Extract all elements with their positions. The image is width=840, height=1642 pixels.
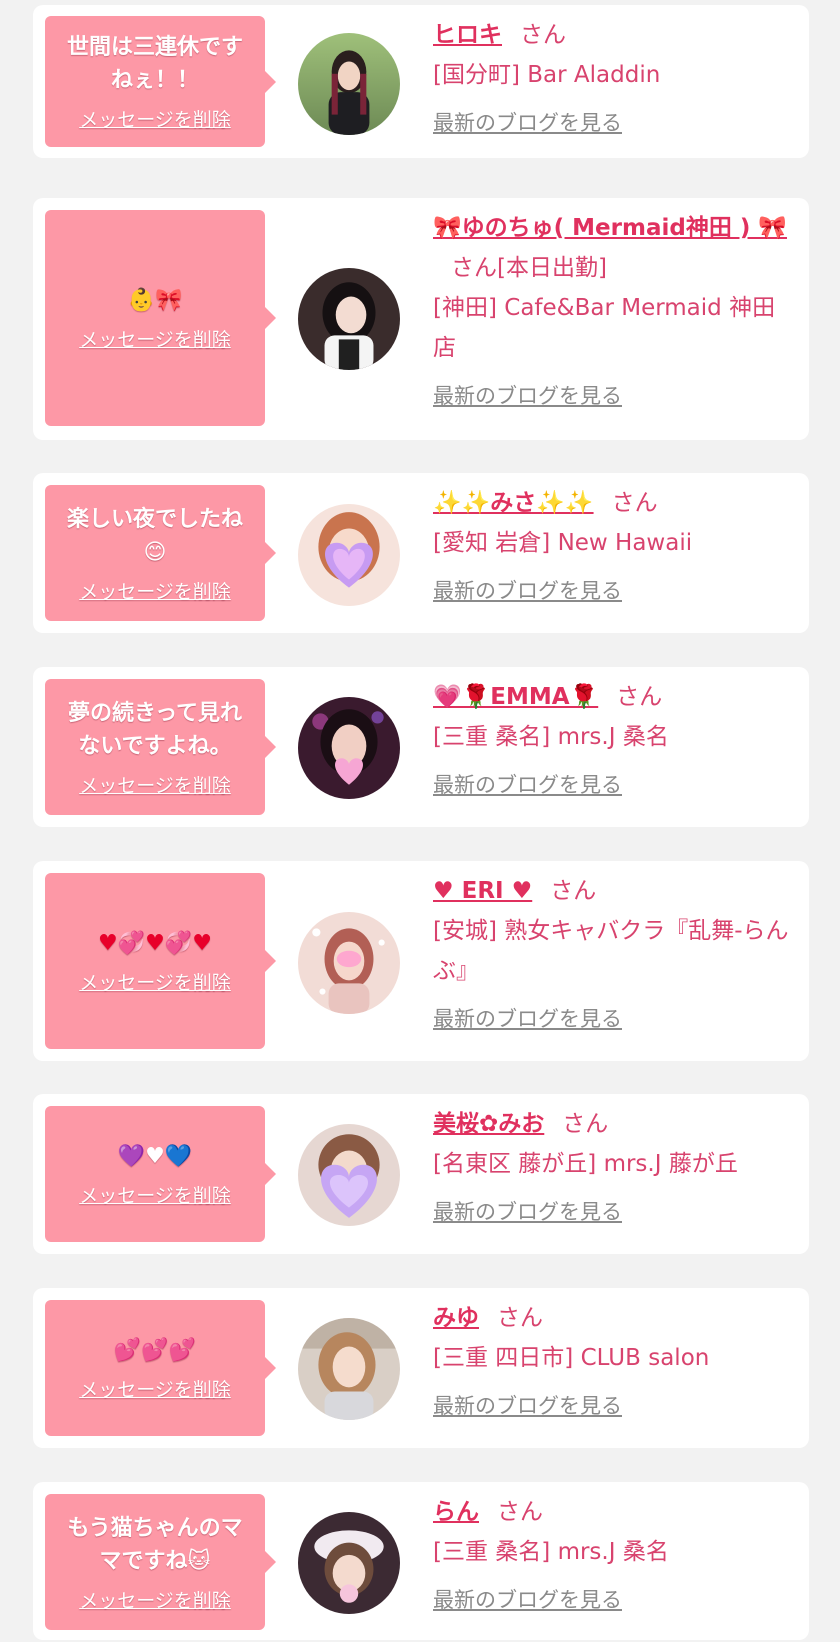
honorific-label: さん [616,684,663,710]
avatar[interactable] [298,697,400,799]
avatar[interactable] [298,1124,400,1226]
latest-blog-link[interactable]: 最新のブログを見る [433,1584,622,1614]
shop-label: [三重 四日市] CLUB salon [433,1345,710,1371]
delete-message-link[interactable]: メッセージを削除 [79,577,231,604]
honorific-label: さん [611,490,658,516]
message-bubble: 世間は三連休ですねぇ！！ メッセージを削除 [45,16,276,147]
user-name-link[interactable]: 💗🌹EMMA🌹 [433,684,598,710]
delete-message-link[interactable]: メッセージを削除 [79,1375,231,1402]
shop-label: [名東区 藤が丘] mrs.J 藤が丘 [433,1151,738,1177]
latest-blog-link[interactable]: 最新のブログを見る [433,107,622,137]
message-list: 世間は三連休ですねぇ！！ メッセージを削除 ヒロキ さん [国分町] Bar Al… [0,0,840,1642]
latest-blog-link[interactable]: 最新のブログを見る [433,380,622,410]
message-bubble: 💕💕💕 メッセージを削除 [45,1300,276,1436]
user-name-link[interactable]: ヒロキ [433,22,502,48]
list-item: 楽しい夜でしたね😊 メッセージを削除 ✨✨みさ✨✨ さん [愛知 岩倉] New … [33,473,809,633]
honorific-label: さん [497,1499,543,1525]
delete-message-link[interactable]: メッセージを削除 [79,968,231,995]
honorific-label: さん [497,1305,543,1331]
latest-blog-link[interactable]: 最新のブログを見る [433,1003,622,1033]
delete-message-link[interactable]: メッセージを削除 [79,771,231,798]
latest-blog-link[interactable]: 最新のブログを見る [433,769,622,799]
message-bubble: ♥💞♥💞♥ メッセージを削除 [45,873,276,1049]
user-name-link[interactable]: ♥ ERI ♥ [433,878,532,904]
list-item: 世間は三連休ですねぇ！！ メッセージを削除 ヒロキ さん [国分町] Bar Al… [33,5,809,158]
delete-message-link[interactable]: メッセージを削除 [79,325,231,352]
user-name-link[interactable]: 🎀ゆのちゅ( Mermaid神田 ) 🎀 [433,215,787,241]
list-item: 💜♥💙 メッセージを削除 美桜✿みお さん [名東区 藤が丘] mrs.J 藤が丘… [33,1094,809,1254]
user-name-link[interactable]: ✨✨みさ✨✨ [433,490,594,516]
user-name-link[interactable]: みゆ [433,1305,479,1331]
avatar[interactable] [298,504,400,606]
item-info: 🎀ゆのちゅ( Mermaid神田 ) 🎀 さん[本日出勤] [神田] Cafe&B… [433,208,793,410]
message-bubble: 夢の続きって見れないですよね。 メッセージを削除 [45,679,276,815]
item-info: みゆ さん [三重 四日市] CLUB salon 最新のブログを見る [433,1298,793,1420]
list-item: 👶🎀 メッセージを削除 🎀ゆのちゅ( Mermaid神田 ) 🎀 さん[本日出勤]… [33,198,809,440]
delete-message-link[interactable]: メッセージを削除 [79,1181,231,1208]
item-info: 美桜✿みお さん [名東区 藤が丘] mrs.J 藤が丘 最新のブログを見る [433,1104,793,1226]
message-bubble: 👶🎀 メッセージを削除 [45,210,276,426]
list-item: 💕💕💕 メッセージを削除 みゆ さん [三重 四日市] CLUB salon 最新… [33,1288,809,1448]
message-text: 世間は三連休ですねぇ！！ [66,35,243,93]
message-bubble: 楽しい夜でしたね😊 メッセージを削除 [45,485,276,621]
item-info: ✨✨みさ✨✨ さん [愛知 岩倉] New Hawaii 最新のブログを見る [433,483,793,605]
latest-blog-link[interactable]: 最新のブログを見る [433,1390,622,1420]
message-text: 💜♥💙 [117,1144,193,1169]
delete-message-link[interactable]: メッセージを削除 [79,1586,231,1613]
avatar[interactable] [298,912,400,1014]
message-text: もう猫ちゃんのママですね🐱 [67,1515,243,1574]
avatar[interactable] [298,1318,400,1420]
latest-blog-link[interactable]: 最新のブログを見る [433,575,622,605]
message-text: ♥💞♥💞♥ [98,931,212,956]
item-info: らん さん [三重 桑名] mrs.J 桑名 最新のブログを見る [433,1492,793,1614]
honorific-label: さん [451,255,497,281]
message-bubble: 💜♥💙 メッセージを削除 [45,1106,276,1242]
user-name-link[interactable]: らん [433,1499,479,1525]
shop-label: [安城] 熟女キャバクラ『乱舞-らんぶ』 [433,918,789,984]
latest-blog-link[interactable]: 最新のブログを見る [433,1196,622,1226]
shop-label: [神田] Cafe&Bar Mermaid 神田店 [433,295,776,361]
shop-label: [愛知 岩倉] New Hawaii [433,530,693,556]
message-text: 夢の続きって見れないですよね。 [67,700,243,759]
honorific-label: さん [520,22,566,48]
message-text: 👶🎀 [127,288,183,313]
shop-label: [三重 桑名] mrs.J 桑名 [433,724,669,750]
status-label: [本日出勤] [497,255,607,281]
delete-message-link[interactable]: メッセージを削除 [79,105,231,132]
message-text: ♥💞♥💞♥ [98,927,212,960]
shop-label: [三重 桑名] mrs.J 桑名 [433,1539,669,1565]
avatar[interactable] [298,268,400,370]
message-text: 楽しい夜でしたね😊 [66,506,243,565]
item-info: 💗🌹EMMA🌹 さん [三重 桑名] mrs.J 桑名 最新のブログを見る [433,677,793,799]
list-item: ♥💞♥💞♥ メッセージを削除 ♥ ERI ♥ さん [安城] 熟女キャバクラ『乱舞… [33,861,809,1061]
avatar[interactable] [298,1512,400,1614]
item-info: ♥ ERI ♥ さん [安城] 熟女キャバクラ『乱舞-らんぶ』 最新のブログを見る [433,871,793,1033]
shop-label: [国分町] Bar Aladdin [433,62,661,88]
item-info: ヒロキ さん [国分町] Bar Aladdin 最新のブログを見る [433,15,793,137]
list-item: もう猫ちゃんのママですね🐱 メッセージを削除 らん さん [三重 桑名] mrs.… [33,1482,809,1640]
message-bubble: もう猫ちゃんのママですね🐱 メッセージを削除 [45,1494,276,1630]
avatar[interactable] [298,33,400,135]
list-item: 夢の続きって見れないですよね。 メッセージを削除 💗🌹EMMA🌹 さん [三重 桑… [33,667,809,827]
honorific-label: さん [562,1111,609,1137]
user-name-link[interactable]: 美桜✿みお [433,1111,544,1137]
message-text: 💕💕💕 [113,1338,197,1363]
honorific-label: さん [550,878,597,904]
